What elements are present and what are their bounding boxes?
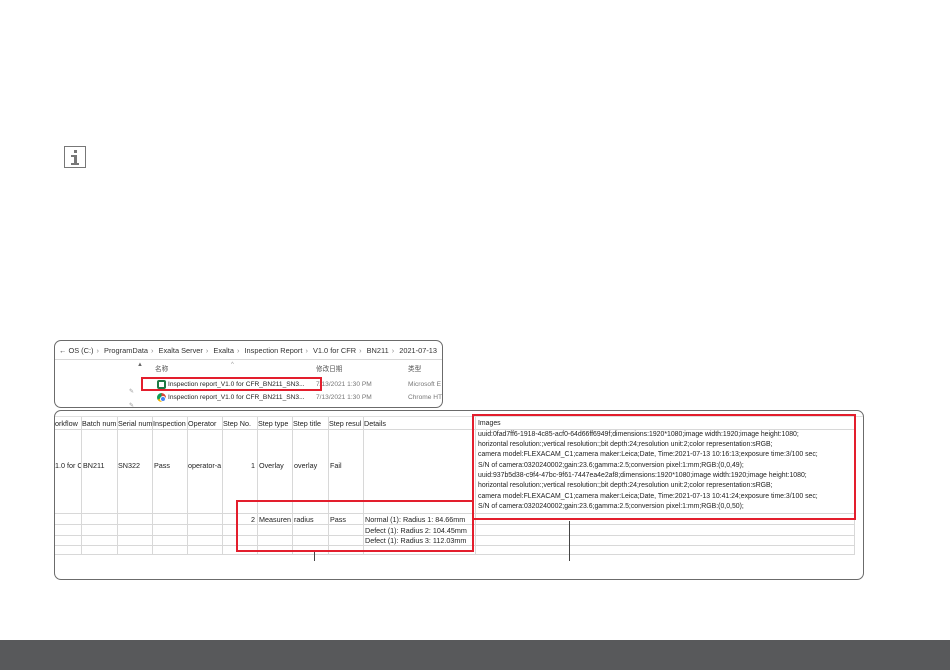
breadcrumb-os[interactable]: OS (C:)	[68, 341, 93, 359]
file-explorer-panel: ← OS (C:) › ProgramData › Exalta Server › E…	[54, 340, 443, 408]
header-batch-number[interactable]: Batch num	[82, 419, 117, 429]
pin-icon: ✎	[129, 403, 135, 408]
file-date: 7/13/2021 1:30 PM	[316, 394, 372, 401]
breadcrumb-date-folder[interactable]: 2021-07-13	[399, 341, 437, 359]
file-type: Chrome HT	[408, 394, 443, 401]
scroll-up-icon[interactable]: ▲	[137, 362, 143, 368]
pointer-line	[314, 551, 315, 561]
breadcrumb-v1-for-cfr[interactable]: V1.0 for CFR	[313, 341, 356, 359]
sort-indicator-icon: ^	[231, 362, 234, 368]
navigation-pane: ▲ ✎ ✎	[55, 360, 143, 408]
highlight-measurement-details	[236, 500, 474, 552]
column-type[interactable]: 类型	[408, 362, 421, 377]
pin-icon: ✎	[129, 389, 135, 395]
breadcrumb-bn211[interactable]: BN211	[367, 341, 389, 359]
file-list-header: 名称 ^ 修改日期 类型	[153, 362, 442, 377]
pointer-line	[569, 521, 570, 561]
cell-step-result[interactable]: Fail	[330, 461, 363, 471]
cell-step-no[interactable]: 1	[223, 461, 255, 471]
header-inspection[interactable]: Inspection	[153, 419, 187, 429]
header-step-result[interactable]: Step resul	[329, 419, 363, 429]
header-step-title[interactable]: Step title	[293, 419, 328, 429]
column-date[interactable]: 修改日期	[316, 362, 342, 377]
cell-inspection[interactable]: Pass	[154, 461, 187, 471]
header-workflow[interactable]: orkflow	[55, 419, 81, 429]
footer-bar	[0, 640, 950, 670]
address-bar[interactable]: ← OS (C:) › ProgramData › Exalta Server › E…	[55, 341, 442, 360]
file-date: 7/13/2021 1:30 PM	[316, 381, 372, 388]
breadcrumb-exalta-server[interactable]: Exalta Server	[159, 341, 203, 359]
header-serial-number[interactable]: Serial num	[118, 419, 152, 429]
header-step-type[interactable]: Step type	[258, 419, 292, 429]
back-arrow-icon[interactable]: ←	[59, 341, 66, 359]
cell-step-type[interactable]: Overlay	[259, 461, 292, 471]
cell-workflow[interactable]: 1.0 for C	[55, 461, 81, 471]
header-step-no[interactable]: Step No.	[223, 419, 257, 429]
highlight-images-metadata	[472, 414, 856, 520]
breadcrumb-inspection-report[interactable]: Inspection Report	[245, 341, 303, 359]
cell-operator[interactable]: operator-a	[188, 461, 222, 471]
cell-batch-number[interactable]: BN211	[83, 461, 117, 471]
breadcrumb-programdata[interactable]: ProgramData	[104, 341, 148, 359]
header-details[interactable]: Details	[364, 419, 464, 429]
highlight-excel-file	[141, 377, 322, 391]
file-type: Microsoft E	[408, 381, 441, 388]
file-row-chrome[interactable]: Inspection report_V1.0 for CFR_BN211_SN3…	[153, 392, 443, 403]
column-name[interactable]: 名称	[155, 362, 168, 377]
header-operator[interactable]: Operator	[188, 419, 222, 429]
info-icon	[64, 146, 86, 168]
chrome-icon	[157, 393, 166, 402]
cell-serial-number[interactable]: SN322	[118, 461, 152, 471]
file-name: Inspection report_V1.0 for CFR_BN211_SN3…	[168, 394, 305, 401]
cell-step-title[interactable]: overlay	[294, 461, 328, 471]
